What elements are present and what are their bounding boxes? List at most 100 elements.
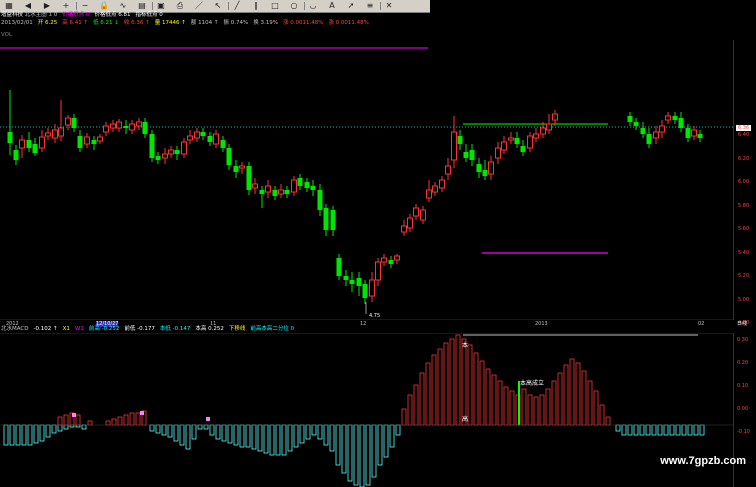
candle[interactable] bbox=[174, 146, 180, 160]
candle[interactable] bbox=[394, 254, 400, 264]
candle[interactable] bbox=[407, 214, 413, 232]
arrow-left-icon[interactable]: ◀ bbox=[23, 1, 33, 11]
zoom-out-icon[interactable]: − bbox=[80, 1, 90, 11]
candle[interactable] bbox=[7, 90, 13, 155]
save-icon[interactable]: ▣ bbox=[156, 1, 166, 11]
candle[interactable] bbox=[349, 272, 355, 292]
arc-icon[interactable]: ◡ bbox=[308, 1, 318, 11]
candle[interactable] bbox=[291, 176, 297, 196]
candle[interactable] bbox=[149, 130, 155, 162]
candle[interactable] bbox=[233, 160, 239, 178]
candle[interactable] bbox=[463, 144, 469, 162]
overlay-icon[interactable]: ▤ bbox=[137, 1, 147, 11]
candle[interactable] bbox=[488, 156, 494, 180]
candle[interactable] bbox=[84, 133, 90, 148]
ellipse-icon[interactable]: ○ bbox=[289, 1, 299, 11]
candle[interactable] bbox=[155, 152, 161, 164]
candle[interactable] bbox=[71, 114, 77, 132]
candle[interactable] bbox=[181, 138, 187, 158]
candle[interactable] bbox=[482, 160, 488, 180]
candle[interactable] bbox=[194, 128, 200, 142]
candle[interactable] bbox=[278, 184, 284, 198]
indicator-icon[interactable]: ∿ bbox=[118, 1, 128, 11]
candle[interactable] bbox=[213, 130, 219, 148]
candle[interactable] bbox=[362, 280, 368, 304]
candle[interactable] bbox=[129, 120, 135, 134]
candle[interactable] bbox=[142, 118, 148, 138]
candle[interactable] bbox=[633, 118, 639, 130]
candle[interactable] bbox=[26, 132, 32, 152]
candle[interactable] bbox=[13, 145, 19, 165]
candle[interactable] bbox=[58, 100, 64, 141]
candle[interactable] bbox=[310, 180, 316, 196]
candle[interactable] bbox=[533, 128, 539, 142]
candle[interactable] bbox=[272, 186, 278, 200]
grid-icon[interactable]: ▦ bbox=[4, 1, 14, 11]
candle[interactable] bbox=[685, 124, 691, 142]
candle[interactable] bbox=[336, 254, 342, 280]
candle[interactable] bbox=[330, 206, 336, 236]
candle[interactable] bbox=[77, 130, 83, 152]
candle[interactable] bbox=[514, 132, 520, 148]
candle[interactable] bbox=[697, 130, 703, 142]
candle[interactable] bbox=[659, 120, 665, 138]
pointer-icon[interactable]: ↖ bbox=[213, 1, 223, 11]
candle[interactable] bbox=[323, 204, 329, 236]
candle[interactable] bbox=[627, 112, 633, 126]
arrow-right-icon[interactable]: ▶ bbox=[42, 1, 52, 11]
candle[interactable] bbox=[476, 158, 482, 178]
candle[interactable] bbox=[646, 128, 652, 148]
candle[interactable] bbox=[432, 182, 438, 196]
candle[interactable] bbox=[388, 256, 394, 268]
lock-icon[interactable]: 🔒 bbox=[99, 1, 109, 11]
channel-icon[interactable]: ∥ bbox=[251, 1, 261, 11]
candle[interactable] bbox=[226, 144, 232, 170]
candle[interactable] bbox=[259, 186, 265, 208]
candle[interactable] bbox=[445, 158, 451, 180]
candle[interactable] bbox=[546, 114, 552, 134]
candle[interactable] bbox=[457, 130, 463, 150]
candle[interactable] bbox=[116, 119, 122, 132]
ray-icon[interactable]: ╱ bbox=[232, 1, 242, 11]
candle[interactable] bbox=[123, 120, 129, 134]
candle[interactable] bbox=[207, 132, 213, 146]
text-icon[interactable]: A bbox=[327, 1, 337, 11]
zoom-in-icon[interactable]: + bbox=[61, 1, 71, 11]
candle[interactable] bbox=[187, 130, 193, 144]
candle[interactable] bbox=[297, 174, 303, 190]
candle[interactable] bbox=[239, 162, 245, 174]
candle[interactable] bbox=[65, 115, 71, 130]
line-tool-icon[interactable]: ／ bbox=[194, 1, 204, 11]
candle[interactable] bbox=[420, 206, 426, 224]
candle[interactable] bbox=[19, 135, 25, 158]
candle[interactable] bbox=[39, 130, 45, 152]
candle[interactable] bbox=[162, 148, 168, 164]
candle[interactable] bbox=[32, 138, 38, 156]
candle[interactable] bbox=[265, 180, 271, 198]
candle[interactable] bbox=[317, 184, 323, 216]
period-label[interactable]: 日线 bbox=[737, 321, 747, 327]
candle[interactable] bbox=[691, 126, 697, 140]
print-icon[interactable]: ⎙ bbox=[175, 1, 185, 11]
candle[interactable] bbox=[665, 112, 671, 124]
candle[interactable] bbox=[356, 272, 362, 296]
candle[interactable] bbox=[369, 272, 375, 302]
candle[interactable] bbox=[220, 136, 226, 152]
delete-icon[interactable]: ✕ bbox=[384, 1, 394, 11]
candle[interactable] bbox=[672, 112, 678, 124]
candle[interactable] bbox=[97, 134, 103, 144]
candle[interactable] bbox=[168, 146, 174, 158]
candle[interactable] bbox=[401, 220, 407, 236]
candle[interactable] bbox=[678, 112, 684, 132]
candlestick-chart[interactable]: 4.75 bbox=[0, 40, 733, 320]
candle[interactable] bbox=[413, 204, 419, 220]
candle[interactable] bbox=[110, 120, 116, 132]
candle[interactable] bbox=[52, 124, 58, 143]
candle[interactable] bbox=[520, 140, 526, 156]
candle[interactable] bbox=[45, 128, 51, 140]
fib-icon[interactable]: ≡ bbox=[365, 1, 375, 11]
candle[interactable] bbox=[103, 122, 109, 136]
candle[interactable] bbox=[501, 136, 507, 154]
candle[interactable] bbox=[284, 186, 290, 198]
candle[interactable] bbox=[375, 258, 381, 286]
